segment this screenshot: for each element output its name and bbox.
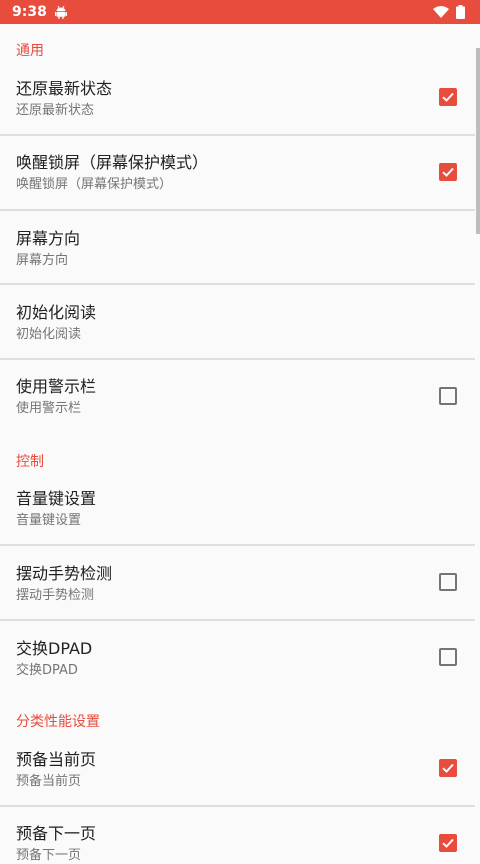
pref-title: 初始化阅读	[16, 303, 97, 322]
pref-summary: 还原最新状态	[16, 103, 95, 118]
pref-summary: 交换DPAD	[16, 663, 78, 678]
pref-summary: 预备下一页	[16, 848, 82, 863]
pref-title: 摆动手势检测	[16, 564, 113, 583]
checkbox-checked[interactable]	[439, 163, 457, 181]
pref-summary: 使用警示栏	[16, 401, 82, 416]
pref-summary: 音量键设置	[16, 513, 82, 528]
divider	[0, 544, 475, 546]
status-bar: 9:38	[0, 0, 480, 24]
pref-summary: 预备当前页	[16, 774, 82, 789]
pref-title: 音量键设置	[16, 489, 97, 508]
checkbox-checked[interactable]	[439, 88, 457, 106]
section-header-general: 通用	[16, 43, 44, 59]
divider	[0, 283, 475, 285]
divider	[0, 358, 475, 360]
section-header-performance: 分类性能设置	[16, 714, 100, 730]
check-icon	[442, 167, 454, 177]
check-icon	[442, 763, 454, 773]
checkbox-unchecked[interactable]	[439, 387, 457, 405]
pref-title: 预备当前页	[16, 750, 97, 769]
pref-title: 还原最新状态	[16, 79, 113, 98]
check-icon	[442, 92, 454, 102]
pref-title: 屏幕方向	[16, 229, 81, 248]
divider	[0, 134, 475, 136]
checkbox-checked[interactable]	[439, 834, 457, 852]
pref-summary: 摆动手势检测	[16, 588, 95, 603]
checkbox-unchecked[interactable]	[439, 648, 457, 666]
section-header-control: 控制	[16, 454, 44, 470]
pref-summary: 唤醒锁屏（屏幕保护模式）	[16, 177, 173, 192]
divider	[0, 805, 475, 807]
divider	[0, 619, 475, 621]
pref-title: 唤醒锁屏（屏幕保护模式）	[16, 153, 209, 172]
pref-title: 交换DPAD	[16, 639, 93, 658]
scrollbar[interactable]	[476, 48, 480, 234]
status-time: 9:38	[12, 4, 47, 20]
pref-title: 预备下一页	[16, 824, 97, 843]
check-icon	[442, 838, 454, 848]
pref-summary: 屏幕方向	[16, 253, 69, 268]
settings-list[interactable]: 通用 还原最新状态 还原最新状态 唤醒锁屏（屏幕保护模式） 唤醒锁屏（屏幕保护模…	[0, 24, 480, 863]
battery-icon	[456, 5, 465, 19]
checkbox-unchecked[interactable]	[439, 573, 457, 591]
pref-summary: 初始化阅读	[16, 327, 82, 342]
divider	[0, 209, 475, 211]
android-icon	[55, 5, 67, 19]
pref-title: 使用警示栏	[16, 377, 97, 396]
wifi-icon	[433, 6, 449, 18]
checkbox-checked[interactable]	[439, 759, 457, 777]
